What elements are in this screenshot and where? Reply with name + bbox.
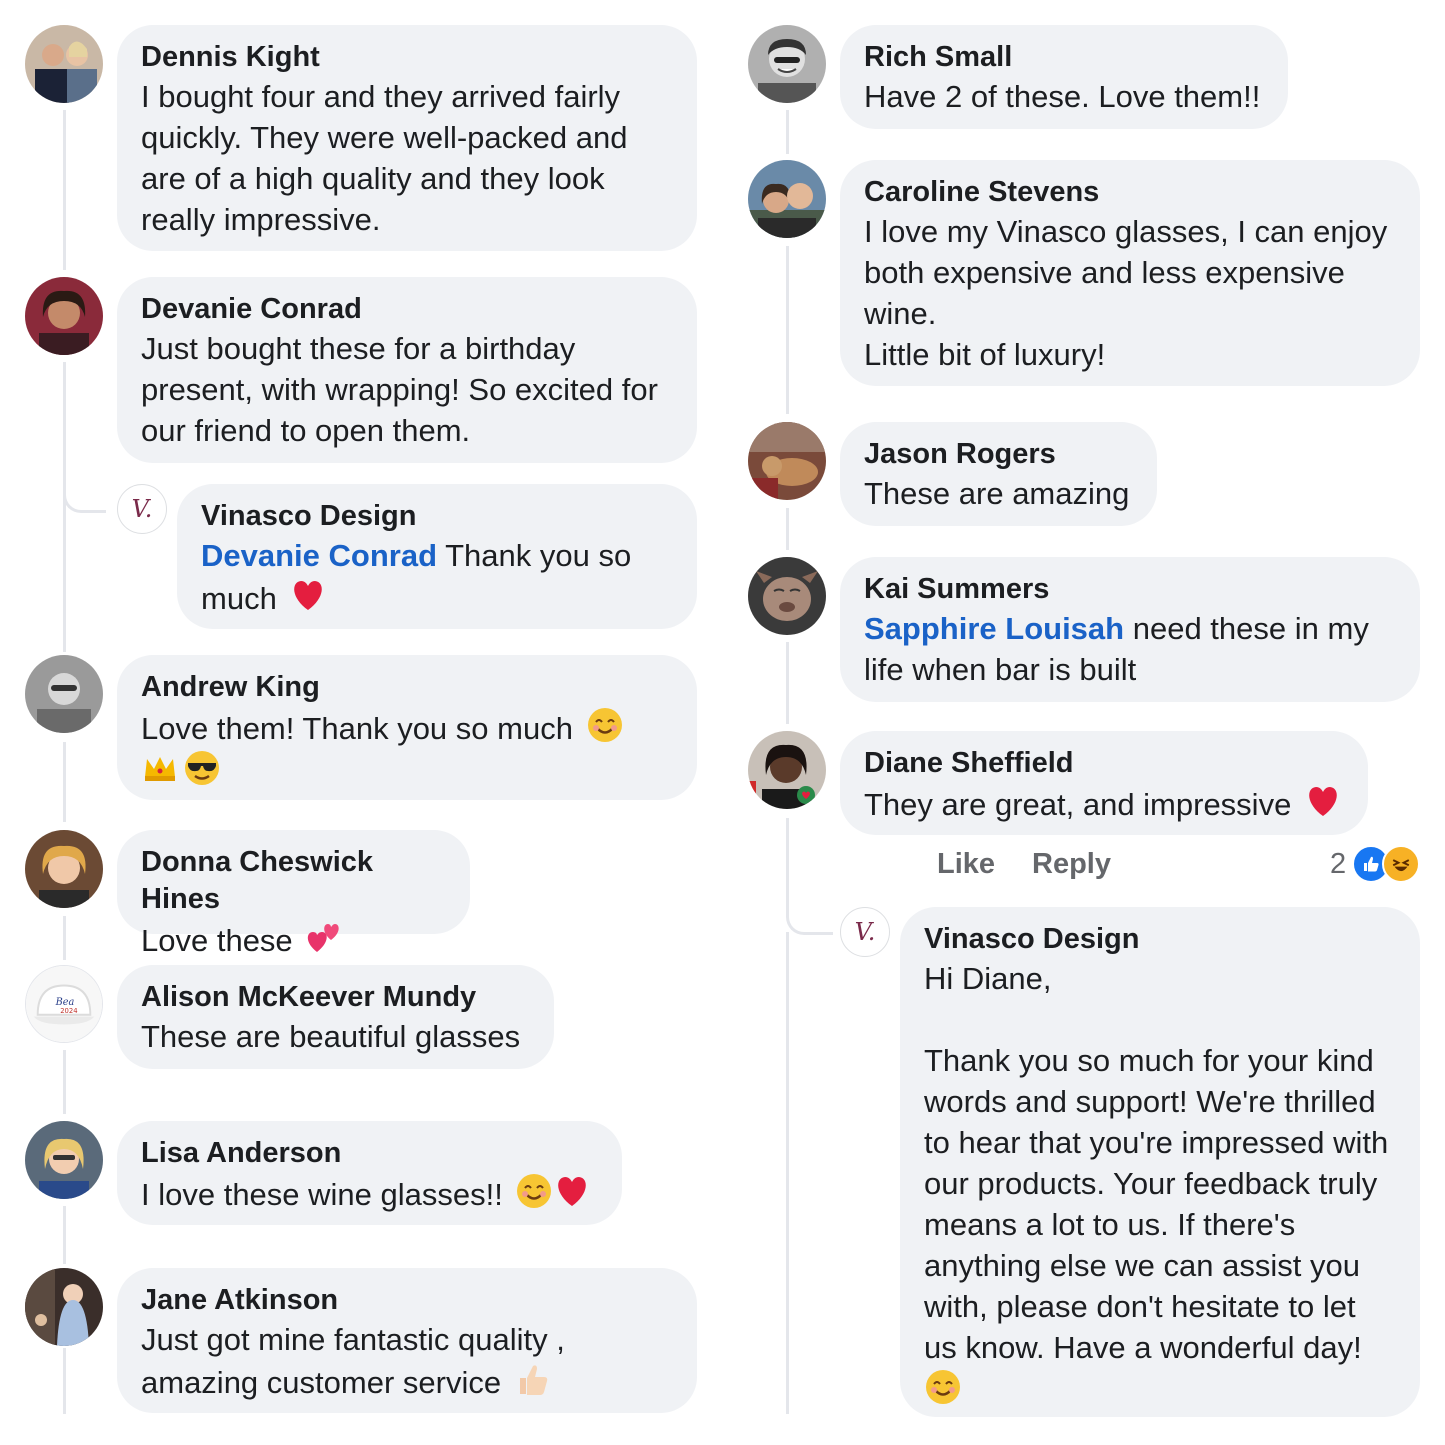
comment-text: I bought four and they arrived fairly qu…	[141, 79, 628, 237]
svg-text:2024: 2024	[60, 1007, 77, 1015]
thread-line-right-4	[786, 642, 789, 724]
avatar[interactable]	[25, 830, 103, 908]
thread-line-left-6	[63, 1206, 66, 1264]
smiling-emoji-icon	[586, 706, 624, 744]
reaction-summary[interactable]: 2	[1330, 845, 1421, 883]
comment-author[interactable]: Vinasco Design	[924, 921, 1396, 958]
brand-monogram: V.	[132, 495, 153, 523]
thread-line-left-1	[63, 110, 66, 270]
comment-author[interactable]: Diane Sheffield	[864, 745, 1344, 782]
comment-text: Love them! Thank you so much	[141, 706, 673, 792]
comment-text: I love these wine glasses!!	[141, 1172, 598, 1215]
comment-text: Love these	[141, 918, 446, 961]
reply-bubble: Vinasco Design Devanie Conrad Thank you …	[177, 484, 697, 629]
reply-branch-line	[63, 478, 106, 513]
brand-monogram: V.	[855, 918, 876, 946]
comment-text: Hi Diane, Thank you so much for your kin…	[924, 958, 1396, 1411]
thread-line-left-7	[63, 1348, 66, 1414]
comment-author[interactable]: Lisa Anderson	[141, 1135, 598, 1172]
reaction-count: 2	[1330, 847, 1347, 880]
mention-link[interactable]: Devanie Conrad	[201, 538, 437, 573]
heart-emoji-icon	[553, 1172, 591, 1210]
comment-text: Sapphire Louisah need these in my life w…	[864, 608, 1396, 690]
comment-bubble: Andrew King Love them! Thank you so much	[117, 655, 697, 800]
comment-bubble: Jason Rogers These are amazing	[840, 422, 1157, 526]
reply-branch-line-right	[786, 818, 833, 935]
comment-text: These are amazing	[864, 476, 1130, 511]
thread-line-right-3	[786, 508, 789, 550]
comment-text: Just got mine fantastic quality , amazin…	[141, 1319, 673, 1403]
comment-bubble: Jane Atkinson Just got mine fantastic qu…	[117, 1268, 697, 1413]
comment-bubble: Caroline Stevens I love my Vinasco glass…	[840, 160, 1420, 386]
comment-author[interactable]: Alison McKeever Mundy	[141, 979, 530, 1016]
vinasco-logo-avatar[interactable]: V.	[840, 907, 890, 957]
avatar[interactable]	[748, 422, 826, 500]
avatar[interactable]	[748, 160, 826, 238]
comment-author[interactable]: Kai Summers	[864, 571, 1396, 608]
thread-line-left-5	[63, 1050, 66, 1114]
comment-bubble: Dennis Kight I bought four and they arri…	[117, 25, 697, 251]
comment-text-body: I love these wine glasses!!	[141, 1177, 503, 1212]
comment-text: They are great, and impressive	[864, 782, 1344, 825]
comment-author[interactable]: Donna Cheswick Hines	[141, 844, 446, 918]
comment-text: Have 2 of these. Love them!!	[864, 79, 1261, 114]
comment-author[interactable]: Caroline Stevens	[864, 174, 1396, 211]
comment-author[interactable]: Jason Rogers	[864, 436, 1133, 473]
comment-bubble: Rich Small Have 2 of these. Love them!!	[840, 25, 1288, 129]
smiling-emoji-icon	[924, 1368, 962, 1406]
comment-author[interactable]: Jane Atkinson	[141, 1282, 673, 1319]
haha-reaction-icon	[1382, 845, 1421, 883]
avatar[interactable]	[25, 25, 103, 103]
avatar[interactable]	[748, 557, 826, 635]
comment-bubble: Donna Cheswick Hines Love these	[117, 830, 470, 958]
thread-line-left-4	[63, 916, 66, 960]
avatar[interactable]	[25, 1121, 103, 1199]
crown-emoji-icon	[141, 749, 179, 787]
comment-text: I love my Vinasco glasses, I can enjoy b…	[864, 214, 1388, 372]
comment-author[interactable]: Rich Small	[864, 39, 1264, 76]
comment-text-body: Love them! Thank you so much	[141, 711, 573, 746]
avatar[interactable]	[25, 655, 103, 733]
thread-line-right-1	[786, 110, 789, 154]
comment-bubble: Lisa Anderson I love these wine glasses!…	[117, 1121, 622, 1225]
mention-link[interactable]: Sapphire Louisah	[864, 611, 1124, 646]
avatar[interactable]: Bea 2024	[25, 965, 103, 1043]
comment-text: These are beautiful glasses	[141, 1019, 521, 1054]
smiling-emoji-icon	[515, 1172, 553, 1210]
heart-emoji-icon	[289, 576, 327, 614]
sunglasses-emoji-icon	[183, 749, 221, 787]
comment-text-body: Love these	[141, 923, 293, 958]
thread-line-right-2	[786, 246, 789, 414]
vinasco-logo-avatar[interactable]: V.	[117, 484, 167, 534]
comment-text: Just bought these for a birthday present…	[141, 331, 658, 448]
comment-bubble: Devanie Conrad Just bought these for a b…	[117, 277, 697, 463]
thumbs-up-emoji-icon	[514, 1360, 552, 1398]
comment-bubble: Kai Summers Sapphire Louisah need these …	[840, 557, 1420, 702]
comment-text-body: Just got mine fantastic quality , amazin…	[141, 1322, 565, 1400]
heart-emoji-icon	[1304, 782, 1342, 820]
two-hearts-emoji-icon	[305, 918, 343, 956]
like-button[interactable]: Like	[937, 848, 995, 881]
avatar[interactable]	[748, 25, 826, 103]
avatar[interactable]	[748, 731, 826, 809]
reply-bubble: Vinasco Design Hi Diane, Thank you so mu…	[900, 907, 1420, 1417]
comment-bubble: Diane Sheffield They are great, and impr…	[840, 731, 1368, 835]
comment-author[interactable]: Devanie Conrad	[141, 291, 673, 328]
avatar[interactable]	[25, 277, 103, 355]
thread-line-left-3	[63, 742, 66, 822]
comment-author[interactable]: Dennis Kight	[141, 39, 673, 76]
thread-line-left-2	[63, 362, 66, 652]
comment-author[interactable]: Andrew King	[141, 669, 673, 706]
thread-line-right-5	[786, 932, 789, 1414]
comment-bubble: Alison McKeever Mundy These are beautifu…	[117, 965, 554, 1069]
reply-button[interactable]: Reply	[1032, 848, 1111, 881]
comment-author[interactable]: Vinasco Design	[201, 498, 673, 535]
avatar[interactable]	[25, 1268, 103, 1346]
comment-text-body: They are great, and impressive	[864, 787, 1292, 822]
comment-text: Devanie Conrad Thank you so much	[201, 535, 673, 619]
comment-text-body: Hi Diane, Thank you so much for your kin…	[924, 961, 1389, 1365]
